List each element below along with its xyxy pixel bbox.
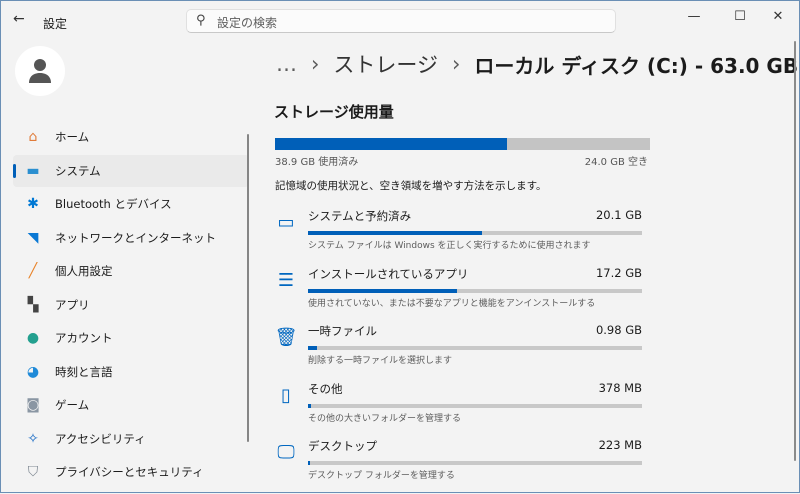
breadcrumb-separator: ›: [452, 52, 461, 76]
section-heading: ストレージ使用量: [274, 103, 394, 121]
category-label: その他: [308, 381, 343, 396]
category-usage-bar: [308, 461, 642, 465]
page-title: ローカル ディスク (C:) - 63.0 GB: [474, 53, 799, 78]
breadcrumb-separator: ›: [311, 52, 320, 76]
category-usage-fill: [308, 346, 318, 350]
user-icon: [29, 59, 51, 83]
storage-category-list[interactable]: ☰ インストールされているアプリ 17.2 GB 使用されていない、または不要な…: [271, 266, 643, 322]
breadcrumb: … › ストレージ › ローカル ディスク (C:) - 63.0 GB: [276, 49, 798, 79]
storage-category-laptop[interactable]: ▭ システムと予約済み 20.1 GB システム ファイルは Windows を…: [271, 208, 643, 264]
account-icon: ●: [26, 330, 40, 346]
storage-description: 記憶域の使用状況と、空き領域を増やす方法を示します。: [275, 180, 547, 192]
category-description: 削除する一時ファイルを選択します: [308, 356, 453, 366]
category-usage-bar: [308, 346, 642, 350]
category-label: デスクトップ: [308, 439, 377, 453]
used-label: 38.9 GB 使用済み: [275, 157, 359, 168]
search-icon: ⚲: [196, 13, 206, 28]
category-usage-fill: [308, 403, 312, 408]
sidebar-item-account[interactable]: ● アカウント: [13, 322, 249, 354]
category-usage-fill: [308, 231, 482, 235]
free-label: 24.0 GB 空き: [584, 157, 648, 168]
category-size: 223 MB: [598, 438, 642, 452]
sidebar-item-label: ゲーム: [55, 398, 90, 412]
time-language-icon: ◕: [26, 363, 40, 380]
category-size: 0.98 GB: [595, 323, 642, 337]
bluetooth-icon: ✱: [27, 196, 39, 212]
laptop-icon: ▭: [277, 212, 295, 233]
category-usage-bar: [308, 403, 642, 408]
desktop-icon: 🖵: [277, 442, 295, 463]
category-usage-fill: [308, 461, 310, 465]
storage-usage-bar: [275, 138, 650, 150]
sidebar-item-label: 時刻と言語: [55, 364, 113, 379]
storage-usage-fill: [275, 138, 507, 150]
sidebar-item-label: ホーム: [55, 130, 90, 144]
category-size: 20.1 GB: [595, 208, 642, 222]
category-label: インストールされているアプリ: [308, 266, 469, 281]
list-icon: ☰: [277, 269, 295, 291]
home-icon: ⌂: [28, 129, 38, 145]
sidebar-item-home[interactable]: ⌂ ホーム: [13, 121, 249, 153]
category-description: システム ファイルは Windows を正しく実行するために使用されます: [308, 241, 591, 251]
search-placeholder: 設定の検索: [217, 16, 278, 30]
sidebar-item-label: 個人用設定: [55, 264, 113, 278]
breadcrumb-more[interactable]: …: [276, 52, 297, 76]
minimize-button[interactable]: —: [671, 1, 717, 31]
sidebar-item-label: アプリ: [55, 297, 90, 312]
sidebar-item-label: ネットワークとインターネット: [55, 230, 216, 245]
category-description: 使用されていない、または不要なアプリと機能をアンインストールする: [308, 298, 596, 309]
sidebar-item-label: Bluetooth とデバイス: [55, 197, 172, 211]
search-input[interactable]: ⚲ 設定の検索: [186, 9, 616, 33]
sidebar-item-label: プライバシーとセキュリティ: [55, 465, 204, 479]
category-description: デスクトップ フォルダーを管理する: [308, 471, 455, 481]
apps-icon: ▚: [27, 296, 39, 313]
close-button[interactable]: ✕: [755, 1, 800, 31]
sidebar-item-time-language[interactable]: ◕ 時刻と言語: [13, 356, 249, 388]
app-title: 設定: [43, 13, 67, 32]
avatar[interactable]: [15, 46, 65, 96]
sidebar-item-brush[interactable]: ╱ 個人用設定: [13, 255, 249, 287]
category-usage-bar: [308, 288, 642, 293]
folder-icon: ▯: [281, 384, 291, 406]
game-icon: ◙: [26, 397, 40, 413]
trash-icon: 🗑: [274, 327, 298, 348]
category-size: 17.2 GB: [595, 265, 642, 280]
breadcrumb-storage[interactable]: ストレージ: [333, 49, 438, 79]
sidebar-item-accessibility[interactable]: ✧ アクセシビリティ: [13, 423, 249, 455]
app-title-text: 設定: [43, 17, 68, 31]
storage-category-trash[interactable]: 🗑 一時ファイル 0.98 GB 削除する一時ファイルを選択します: [271, 323, 643, 379]
category-usage-fill: [308, 288, 457, 293]
category-size: 378 MB: [598, 380, 642, 395]
back-button[interactable]: ←: [13, 11, 25, 27]
system-icon: ▬: [26, 162, 40, 179]
sidebar-item-label: アクセシビリティ: [55, 431, 146, 446]
sidebar-item-apps[interactable]: ▚ アプリ: [13, 289, 249, 321]
main-scrollbar[interactable]: [794, 41, 796, 461]
sidebar-item-game[interactable]: ◙ ゲーム: [13, 389, 249, 421]
sidebar-item-label: アカウント: [55, 331, 113, 345]
category-description: その他の大きいフォルダーを管理する: [308, 413, 462, 424]
wifi-icon: ◥: [27, 229, 39, 246]
category-usage-bar: [308, 231, 642, 235]
category-label: システムと予約済み: [308, 209, 412, 223]
sidebar-item-shield[interactable]: ⛉ プライバシーとセキュリティ: [13, 456, 249, 488]
sidebar-item-system[interactable]: ▬ システム: [13, 154, 249, 187]
storage-category-desktop[interactable]: 🖵 デスクトップ 223 MB デスクトップ フォルダーを管理する: [271, 438, 643, 494]
selected-indicator: [13, 163, 16, 178]
sidebar-item-wifi[interactable]: ◥ ネットワークとインターネット: [13, 222, 249, 254]
category-label: 一時ファイル: [308, 324, 377, 338]
sidebar-scrollbar[interactable]: [247, 134, 249, 442]
storage-category-folder[interactable]: ▯ その他 378 MB その他の大きいフォルダーを管理する: [271, 381, 643, 437]
sidebar-item-bluetooth[interactable]: ✱ Bluetooth とデバイス: [13, 188, 249, 220]
brush-icon: ╱: [28, 263, 38, 279]
shield-icon: ⛉: [27, 464, 39, 480]
accessibility-icon: ✧: [27, 430, 39, 447]
sidebar-item-label: システム: [55, 163, 101, 178]
